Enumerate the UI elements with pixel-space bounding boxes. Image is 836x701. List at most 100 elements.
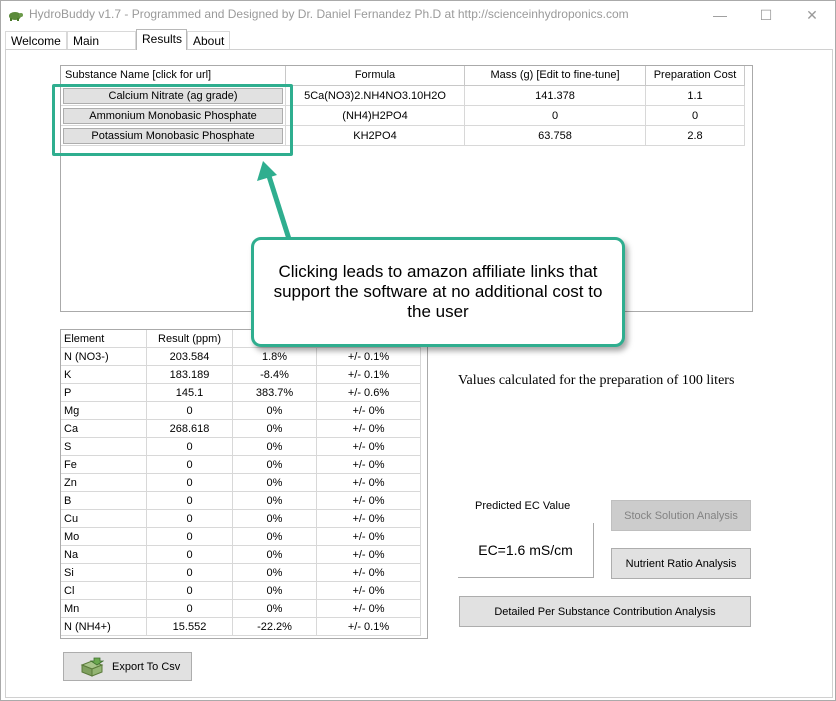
error-cell: +/- 0.1% (317, 618, 421, 636)
result-cell: 0 (147, 492, 233, 510)
gap-cell: 1.8% (233, 348, 317, 366)
turtle-app-icon (9, 12, 23, 21)
detailed-contribution-analysis-button[interactable]: Detailed Per Substance Contribution Anal… (459, 596, 751, 627)
result-cell: 268.618 (147, 420, 233, 438)
error-cell: +/- 0% (317, 528, 421, 546)
table-row: Si 0 0% +/- 0% (61, 564, 421, 582)
mass-cell[interactable]: 63.758 (465, 126, 646, 146)
annotation-callout: Clicking leads to amazon affiliate links… (251, 237, 625, 347)
tab-welcome[interactable]: Welcome (5, 31, 67, 50)
element-cell: Fe (61, 456, 147, 474)
minimize-icon: — (713, 7, 727, 23)
element-cell: N (NH4+) (61, 618, 147, 636)
column-header-formula[interactable]: Formula (286, 66, 465, 86)
table-row: K 183.189 -8.4% +/- 0.1% (61, 366, 421, 384)
error-cell: +/- 0% (317, 492, 421, 510)
result-cell: 183.189 (147, 366, 233, 384)
export-csv-button[interactable]: Export To Csv (63, 652, 192, 681)
element-cell: Zn (61, 474, 147, 492)
table-row: Cl 0 0% +/- 0% (61, 582, 421, 600)
element-cell: Na (61, 546, 147, 564)
element-cell: Ca (61, 420, 147, 438)
result-cell: 0 (147, 546, 233, 564)
result-cell: 0 (147, 456, 233, 474)
column-header-element[interactable]: Element (61, 330, 147, 348)
error-cell: +/- 0.1% (317, 348, 421, 366)
result-cell: 0 (147, 564, 233, 582)
annotation-arrow-icon (257, 161, 292, 240)
error-cell: +/- 0% (317, 402, 421, 420)
mass-cell[interactable]: 0 (465, 106, 646, 126)
table-row: S 0 0% +/- 0% (61, 438, 421, 456)
column-header-substance[interactable]: Substance Name [click for url] (61, 66, 286, 86)
maximize-icon: ☐ (759, 6, 773, 23)
element-cell: P (61, 384, 147, 402)
mass-cell[interactable]: 141.378 (465, 86, 646, 106)
column-header-cost[interactable]: Preparation Cost (646, 66, 745, 86)
element-cell: B (61, 492, 147, 510)
column-header-mass[interactable]: Mass (g) [Edit to fine-tune] (465, 66, 646, 86)
result-cell: 15.552 (147, 618, 233, 636)
table-row: B 0 0% +/- 0% (61, 492, 421, 510)
maximize-button[interactable]: ☐ (743, 1, 789, 29)
table-row: Cu 0 0% +/- 0% (61, 510, 421, 528)
error-cell: +/- 0% (317, 600, 421, 618)
close-button[interactable]: ✕ (789, 1, 835, 29)
error-cell: +/- 0% (317, 474, 421, 492)
element-cell: S (61, 438, 147, 456)
tab-about[interactable]: About (187, 31, 230, 50)
cost-cell: 2.8 (646, 126, 745, 146)
gap-cell: 0% (233, 546, 317, 564)
formula-cell: (NH4)H2PO4 (286, 106, 465, 126)
ec-label: Predicted EC Value (475, 500, 571, 512)
gap-cell: 0% (233, 438, 317, 456)
element-cell: N (NO3-) (61, 348, 147, 366)
tab-results[interactable]: Results (136, 29, 187, 50)
element-cell: Mn (61, 600, 147, 618)
table-row: Na 0 0% +/- 0% (61, 546, 421, 564)
result-cell: 203.584 (147, 348, 233, 366)
gap-cell: 0% (233, 492, 317, 510)
result-cell: 0 (147, 438, 233, 456)
substance-table-header: Substance Name [click for url] Formula M… (61, 66, 745, 86)
stock-solution-analysis-button[interactable]: Stock Solution Analysis (611, 500, 751, 531)
table-row: Mn 0 0% +/- 0% (61, 600, 421, 618)
cost-cell: 1.1 (646, 86, 745, 106)
element-cell: Mo (61, 528, 147, 546)
error-cell: +/- 0% (317, 582, 421, 600)
element-results-table: Element Result (ppm) G N (NO3-)203.5841.… (60, 329, 428, 639)
result-cell: 0 (147, 402, 233, 420)
result-cell: 0 (147, 510, 233, 528)
gap-cell: -8.4% (233, 366, 317, 384)
gap-cell: 0% (233, 582, 317, 600)
minimize-button[interactable]: — (697, 1, 743, 29)
export-icon (80, 657, 104, 677)
table-row: Ca 268.618 0% +/- 0% (61, 420, 421, 438)
values-calculation-note: Values calculated for the preparation of… (458, 373, 735, 388)
element-cell: Cl (61, 582, 147, 600)
error-cell: +/- 0% (317, 546, 421, 564)
substance-highlight-box (52, 84, 293, 156)
error-cell: +/- 0% (317, 456, 421, 474)
cost-cell: 0 (646, 106, 745, 126)
error-cell: +/- 0% (317, 438, 421, 456)
gap-cell: 0% (233, 528, 317, 546)
table-row: Fe 0 0% +/- 0% (61, 456, 421, 474)
table-row: Mo 0 0% +/- 0% (61, 528, 421, 546)
table-row: N (NO3-) 203.584 1.8% +/- 0.1% (61, 348, 421, 366)
export-button-label: Export To Csv (112, 660, 181, 673)
table-row: N (NH4+) 15.552 -22.2% +/- 0.1% (61, 618, 421, 636)
column-header-result[interactable]: Result (ppm) (147, 330, 233, 348)
gap-cell: -22.2% (233, 618, 317, 636)
error-cell: +/- 0.6% (317, 384, 421, 402)
window-title: HydroBuddy v1.7 - Programmed and Designe… (29, 7, 629, 21)
tab-main-page[interactable]: Main Page (67, 31, 136, 62)
gap-cell: 0% (233, 564, 317, 582)
error-cell: +/- 0% (317, 564, 421, 582)
gap-cell: 0% (233, 510, 317, 528)
element-cell: Cu (61, 510, 147, 528)
gap-cell: 383.7% (233, 384, 317, 402)
nutrient-ratio-analysis-button[interactable]: Nutrient Ratio Analysis (611, 548, 751, 579)
result-cell: 0 (147, 582, 233, 600)
result-cell: 0 (147, 528, 233, 546)
